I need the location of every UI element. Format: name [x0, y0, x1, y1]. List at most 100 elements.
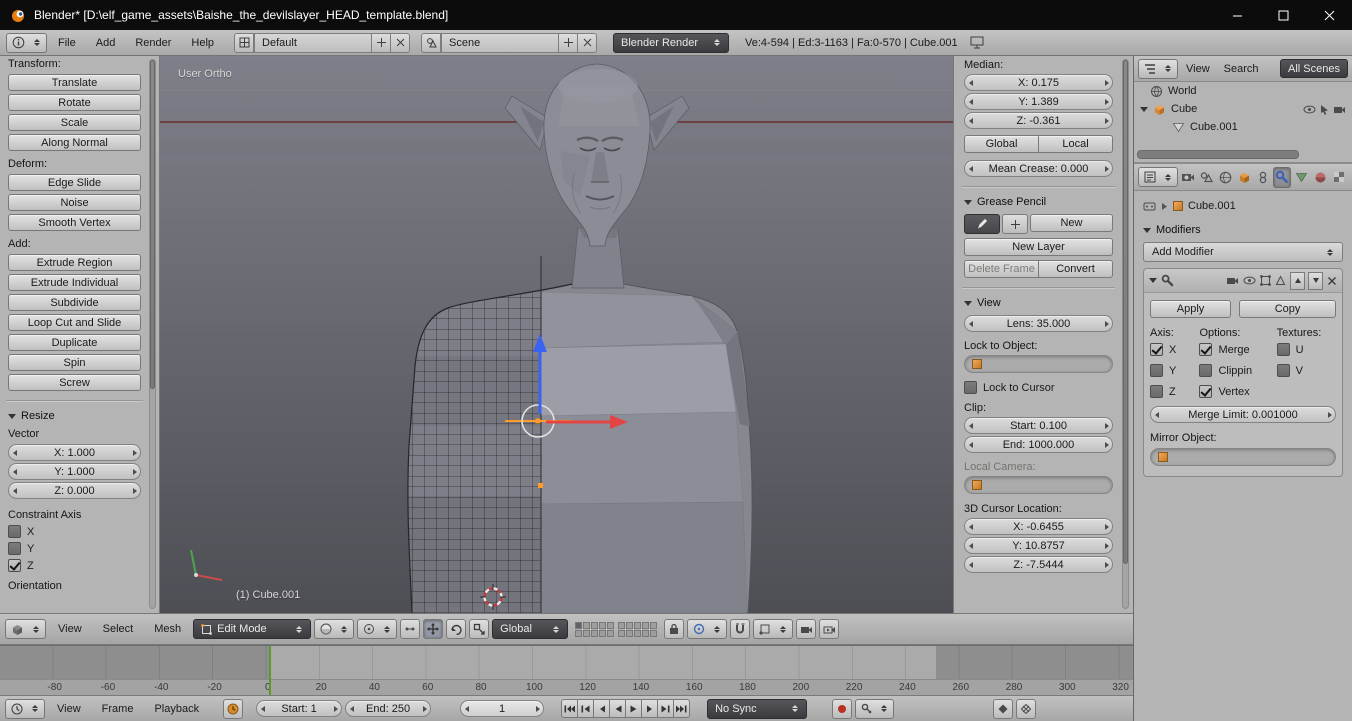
- manipulate-center-points-toggle[interactable]: [400, 619, 420, 639]
- modifier-render-toggle-icon[interactable]: [1226, 275, 1239, 286]
- modifier-cage-toggle-icon[interactable]: [1275, 275, 1286, 286]
- use-preview-range-toggle[interactable]: [223, 699, 243, 719]
- transform-orientation-dropdown[interactable]: Global: [492, 619, 568, 639]
- grease-pencil-panel-header[interactable]: Grease Pencil: [964, 196, 1113, 208]
- delete-keyframe-button[interactable]: [1016, 699, 1036, 719]
- mirror-z-checkbox[interactable]: Z: [1150, 385, 1199, 398]
- modifiers-panel-header[interactable]: Modifiers: [1143, 224, 1343, 236]
- resize-x-field[interactable]: X: 1.000: [8, 444, 141, 461]
- checkbox-box[interactable]: [964, 381, 977, 394]
- modifier-editmode-toggle-icon[interactable]: [1260, 275, 1271, 286]
- constraint-y-checkbox[interactable]: Y: [8, 542, 141, 555]
- restrict-render-camera-icon[interactable]: [1333, 104, 1346, 115]
- tab-texture[interactable]: [1330, 167, 1348, 188]
- noise-button[interactable]: Noise: [8, 194, 141, 211]
- edge-slide-button[interactable]: Edge Slide: [8, 174, 141, 191]
- lock-object-field[interactable]: [964, 355, 1113, 373]
- checkbox-box[interactable]: [8, 525, 21, 538]
- clip-start-field[interactable]: Start: 0.100: [964, 417, 1113, 434]
- manipulator-rotate-toggle[interactable]: [446, 619, 466, 639]
- outliner-item-world[interactable]: World: [1134, 82, 1352, 100]
- increment-arrow-icon[interactable]: [1101, 94, 1112, 109]
- selected-vertex[interactable]: [538, 483, 543, 488]
- checkbox-box[interactable]: [1199, 343, 1212, 356]
- decrement-arrow-icon[interactable]: [965, 519, 976, 534]
- tab-world[interactable]: [1217, 167, 1235, 188]
- modifier-move-down-button[interactable]: [1308, 272, 1323, 290]
- screw-button[interactable]: Screw: [8, 374, 141, 391]
- apply-button[interactable]: Apply: [1150, 300, 1231, 318]
- play-button[interactable]: [625, 699, 642, 718]
- median-z-field[interactable]: Z: -0.361: [964, 112, 1113, 129]
- timeline-menu-frame[interactable]: Frame: [93, 703, 143, 715]
- modifier-move-up-button[interactable]: [1290, 272, 1305, 290]
- duplicate-button[interactable]: Duplicate: [8, 334, 141, 351]
- checkbox-box[interactable]: [8, 542, 21, 555]
- outliner-item-cube001[interactable]: Cube.001: [1134, 118, 1352, 136]
- resize-panel-header[interactable]: Resize: [8, 410, 141, 422]
- checkbox-box[interactable]: [1150, 364, 1163, 377]
- spin-button[interactable]: Spin: [8, 354, 141, 371]
- increment-arrow-icon[interactable]: [1101, 519, 1112, 534]
- editor-type-button-properties[interactable]: [1138, 167, 1178, 187]
- local-toggle-button[interactable]: Local: [1038, 135, 1113, 153]
- view3d-menu-mesh[interactable]: Mesh: [145, 623, 190, 635]
- cursor-x-field[interactable]: X: -0.6455: [964, 518, 1113, 535]
- decrement-arrow-icon[interactable]: [965, 418, 976, 433]
- merge-limit-field[interactable]: Merge Limit: 0.001000: [1150, 406, 1336, 423]
- merge-checkbox[interactable]: Merge: [1199, 343, 1276, 356]
- jump-to-end-button[interactable]: [673, 699, 690, 718]
- opengl-render-animation-button[interactable]: [819, 619, 839, 639]
- opengl-render-button[interactable]: [796, 619, 816, 639]
- timeline-ruler[interactable]: -80 -60 -40 -20 0 20 40 60 80 100 120 14…: [0, 679, 1133, 695]
- resize-y-field[interactable]: Y: 1.000: [8, 463, 141, 480]
- play-reverse-button[interactable]: [609, 699, 626, 718]
- increment-arrow-icon[interactable]: [419, 701, 430, 716]
- screencast-icon[interactable]: [970, 36, 984, 49]
- delete-frame-button[interactable]: Delete Frame: [964, 260, 1039, 278]
- proportional-edit-dropdown[interactable]: [687, 619, 727, 639]
- view-panel-header[interactable]: View: [964, 297, 1113, 309]
- gizmo-center-dot[interactable]: [536, 419, 541, 424]
- scene-name-field[interactable]: Scene: [441, 33, 559, 53]
- layers-widget[interactable]: [575, 622, 657, 637]
- timeline-menu-playback[interactable]: Playback: [145, 703, 208, 715]
- manipulator-scale-toggle[interactable]: [469, 619, 489, 639]
- global-toggle-button[interactable]: Global: [964, 135, 1039, 153]
- current-frame-field[interactable]: 1: [460, 700, 544, 717]
- increment-arrow-icon[interactable]: [330, 701, 341, 716]
- checkbox-box[interactable]: [1150, 385, 1163, 398]
- increment-arrow-icon[interactable]: [129, 445, 140, 460]
- decrement-arrow-icon[interactable]: [965, 538, 976, 553]
- timeline-menu-view[interactable]: View: [48, 703, 90, 715]
- lock-to-scene-toggle[interactable]: [664, 619, 684, 639]
- minimize-button[interactable]: [1214, 0, 1260, 30]
- modifier-delete-icon[interactable]: [1327, 276, 1337, 286]
- next-keyframe-button[interactable]: [657, 699, 674, 718]
- median-x-field[interactable]: X: 0.175: [964, 74, 1113, 91]
- checkbox-box[interactable]: [1277, 343, 1290, 356]
- increment-arrow-icon[interactable]: [1101, 75, 1112, 90]
- editor-type-button-info[interactable]: [6, 33, 47, 53]
- increment-arrow-icon[interactable]: [129, 483, 140, 498]
- grease-add-button[interactable]: [1002, 214, 1028, 234]
- tool-shelf-scrollbar[interactable]: [149, 59, 156, 609]
- increment-arrow-icon[interactable]: [1101, 316, 1112, 331]
- constraint-z-checkbox[interactable]: Z: [8, 559, 141, 572]
- vertex-groups-checkbox[interactable]: Vertex: [1199, 385, 1276, 398]
- npanel-scrollbar[interactable]: [1122, 59, 1129, 609]
- increment-arrow-icon[interactable]: [1324, 407, 1335, 422]
- menu-render[interactable]: Render: [126, 37, 180, 49]
- tab-constraints[interactable]: [1254, 167, 1272, 188]
- tab-data[interactable]: [1292, 167, 1310, 188]
- extrude-region-button[interactable]: Extrude Region: [8, 254, 141, 271]
- texture-v-checkbox[interactable]: V: [1277, 364, 1336, 377]
- jump-to-start-button[interactable]: [561, 699, 578, 718]
- mirror-x-checkbox[interactable]: X: [1150, 343, 1199, 356]
- outliner-horizontal-scrollbar[interactable]: [1137, 150, 1299, 159]
- tab-material[interactable]: [1311, 167, 1329, 188]
- viewport-canvas[interactable]: [160, 56, 953, 613]
- smooth-vertex-button[interactable]: Smooth Vertex: [8, 214, 141, 231]
- viewport-shading-dropdown[interactable]: [314, 619, 354, 639]
- subdivide-button[interactable]: Subdivide: [8, 294, 141, 311]
